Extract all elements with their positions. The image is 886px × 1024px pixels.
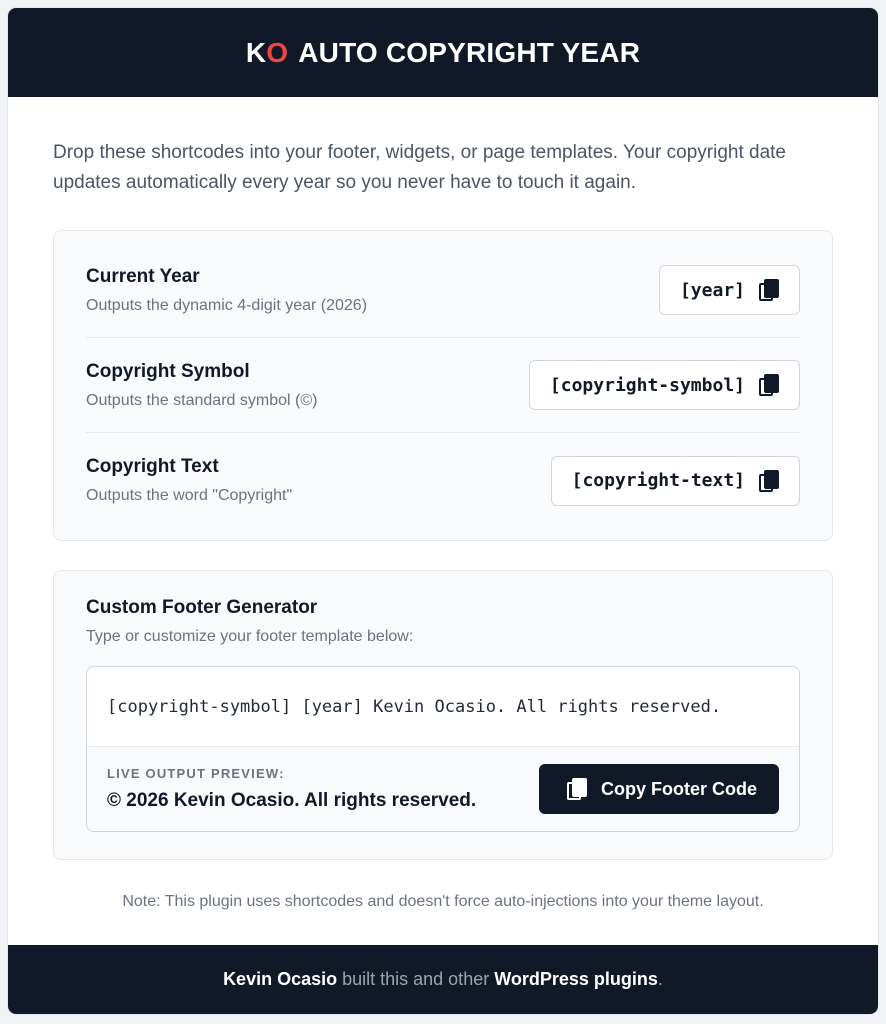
copy-icon xyxy=(567,778,587,800)
shortcode-title: Copyright Symbol xyxy=(86,360,250,382)
preview-bar: LIVE OUTPUT PREVIEW: © 2026 Kevin Ocasio… xyxy=(87,747,799,831)
copy-copyright-text-shortcode-button[interactable]: [copyright-text] xyxy=(550,455,800,506)
copy-icon xyxy=(759,469,779,492)
preview-label: LIVE OUTPUT PREVIEW: xyxy=(107,766,285,781)
generator-description: Type or customize your footer template b… xyxy=(86,628,414,645)
shortcode-code: [copyright-symbol] xyxy=(549,374,745,396)
shortcode-info: Current Year Outputs the dynamic 4-digit… xyxy=(86,266,367,315)
shortcode-description: Outputs the word "Copyright" xyxy=(86,487,293,504)
shortcode-info: Copyright Text Outputs the word "Copyrig… xyxy=(86,456,292,505)
footer-period: . xyxy=(657,969,663,989)
shortcode-row-copyright-symbol: Copyright Symbol Outputs the standard sy… xyxy=(86,338,800,433)
footer-template-input[interactable] xyxy=(87,667,799,747)
page-footer: Kevin Ocasio built this and other WordPr… xyxy=(8,945,878,1014)
copy-icon xyxy=(759,279,779,301)
shortcode-description: Outputs the dynamic 4-digit year (2026) xyxy=(86,296,368,314)
copy-footer-code-button[interactable]: Copy Footer Code xyxy=(539,764,779,814)
plugin-note: Note: This plugin uses shortcodes and do… xyxy=(122,893,764,910)
footer-text: built this and other xyxy=(342,969,490,989)
preview-output: © 2026 Kevin Ocasio. All rights reserved… xyxy=(107,790,477,811)
plugin-page: KO AUTO COPYRIGHT YEAR Drop these shortc… xyxy=(8,8,878,1014)
shortcode-title: Copyright Text xyxy=(86,456,219,477)
logo-letter-k: K xyxy=(245,36,267,68)
shortcode-code: [year] xyxy=(679,279,745,301)
shortcode-title: Current Year xyxy=(86,265,200,287)
shortcode-description: Outputs the standard symbol (©) xyxy=(86,391,318,409)
shortcode-row-copyright-text: Copyright Text Outputs the word "Copyrig… xyxy=(86,433,800,528)
shortcode-list: Current Year Outputs the dynamic 4-digit… xyxy=(53,230,833,541)
wordpress-plugins-link[interactable]: WordPress plugins xyxy=(494,969,658,990)
live-preview: LIVE OUTPUT PREVIEW: © 2026 Kevin Ocasio… xyxy=(107,766,476,812)
logo-letter-o: O xyxy=(266,36,289,68)
shortcode-row-year: Current Year Outputs the dynamic 4-digit… xyxy=(86,243,800,338)
logo: KO xyxy=(246,37,288,69)
copy-icon xyxy=(759,374,779,396)
generator-box: LIVE OUTPUT PREVIEW: © 2026 Kevin Ocasio… xyxy=(86,666,800,832)
shortcode-info: Copyright Symbol Outputs the standard sy… xyxy=(86,361,317,410)
copy-copyright-symbol-shortcode-button[interactable]: [copyright-symbol] xyxy=(528,360,800,410)
copy-year-shortcode-button[interactable]: [year] xyxy=(658,265,800,315)
footer-generator-panel: Custom Footer Generator Type or customiz… xyxy=(53,570,833,860)
copy-footer-code-label: Copy Footer Code xyxy=(601,778,757,799)
page-header: KO AUTO COPYRIGHT YEAR xyxy=(8,8,878,97)
main-content: Drop these shortcodes into your footer, … xyxy=(8,138,878,911)
author-link[interactable]: Kevin Ocasio xyxy=(223,969,337,990)
shortcode-code: [copyright-text] xyxy=(571,470,745,491)
intro-text: Drop these shortcodes into your footer, … xyxy=(53,142,786,193)
generator-title: Custom Footer Generator xyxy=(86,597,318,618)
page-title: AUTO COPYRIGHT YEAR xyxy=(298,36,641,68)
